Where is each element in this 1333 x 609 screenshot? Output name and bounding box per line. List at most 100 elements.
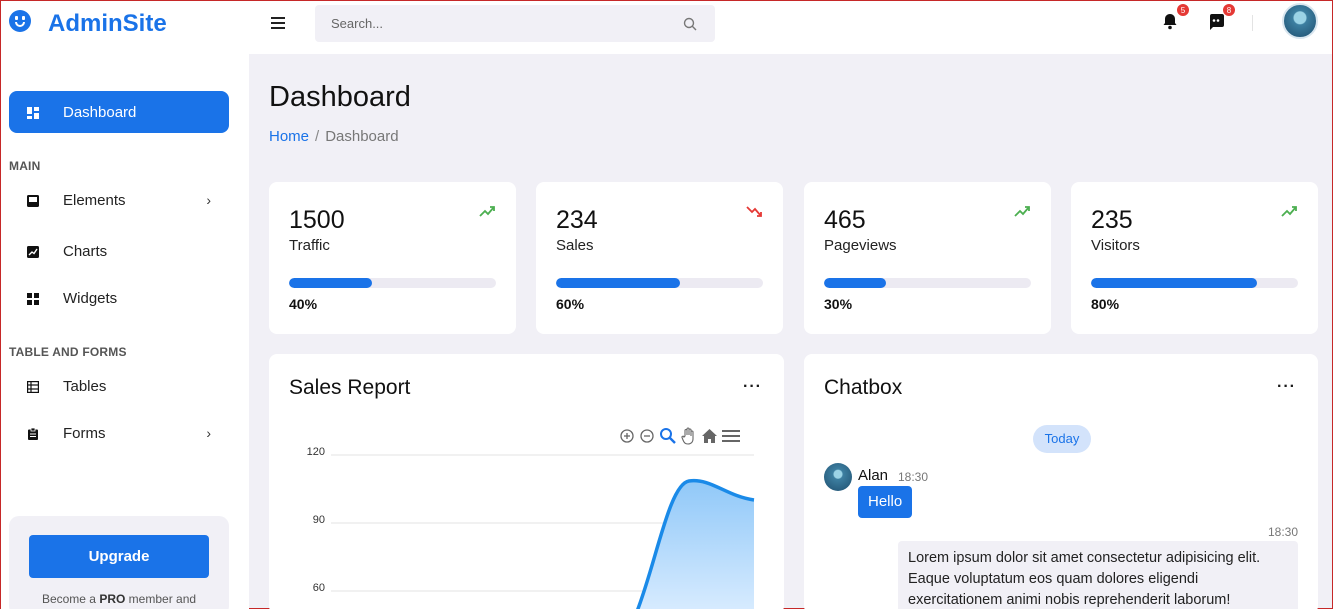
chat-incoming-message: Hello <box>858 486 913 518</box>
series-area <box>637 480 754 609</box>
chatbox-panel: Chatbox ··· Today Alan 18:30 Hello 18:30… <box>804 354 1318 609</box>
section-heading-table-forms: TABLE AND FORMS <box>9 345 127 359</box>
top-navbar: AdminSite 5 8 <box>1 1 1332 54</box>
trend-up-icon <box>1014 204 1031 224</box>
chatbox-title: Chatbox <box>824 376 903 399</box>
zoom-out-icon[interactable] <box>639 428 655 444</box>
breadcrumb-separator: / <box>315 128 320 145</box>
upgrade-text-bold: PRO <box>99 592 126 606</box>
chevron-right-icon: › <box>206 425 211 441</box>
stat-percent: 80% <box>1091 296 1120 312</box>
y-tick-label: 120 <box>306 446 325 458</box>
chart-toolbar <box>619 427 740 445</box>
stat-value: 465 <box>824 206 866 234</box>
sidebar-item-label: Tables <box>63 377 107 395</box>
sidebar-item-charts[interactable]: Charts <box>9 230 229 272</box>
stat-label: Traffic <box>289 237 330 254</box>
table-icon <box>27 380 40 394</box>
stat-label: Pageviews <box>824 237 897 254</box>
trend-up-icon <box>479 204 496 224</box>
notification-bell-icon[interactable]: 5 <box>1161 3 1190 32</box>
stat-card: 235 Visitors 80% <box>1071 182 1318 334</box>
trend-down-icon <box>746 204 763 224</box>
brand-name: AdminSite <box>48 10 167 37</box>
stat-progress-bar <box>1091 278 1298 288</box>
y-tick-label: 90 <box>312 514 325 526</box>
stat-percent: 30% <box>824 296 853 312</box>
stat-progress-fill <box>289 278 372 288</box>
sales-report-panel: Sales Report ··· 120 90 60 <box>269 354 784 609</box>
sales-report-more-icon[interactable]: ··· <box>743 378 762 396</box>
sidebar-item-forms[interactable]: Forms › <box>9 412 229 454</box>
stat-progress-bar <box>556 278 763 288</box>
upgrade-text-post: member and <box>125 592 197 606</box>
sidebar-item-label: Widgets <box>63 289 118 307</box>
header-divider <box>1252 15 1253 31</box>
messages-count-badge: 8 <box>1222 3 1236 17</box>
sidebar-item-label: Elements <box>63 191 126 209</box>
stat-progress-fill <box>1091 278 1257 288</box>
sales-report-title: Sales Report <box>289 376 411 399</box>
stat-progress-bar <box>824 278 1031 288</box>
stat-card: 234 Sales 60% <box>536 182 783 334</box>
stat-card: 465 Pageviews 30% <box>804 182 1051 334</box>
messages-icon[interactable]: 8 <box>1207 3 1236 32</box>
stat-value: 235 <box>1091 206 1133 234</box>
stat-label: Sales <box>556 237 594 254</box>
section-heading-main: MAIN <box>9 159 41 173</box>
sales-report-chart <box>331 454 755 609</box>
breadcrumb-current: Dashboard <box>325 128 399 145</box>
reset-zoom-home-icon[interactable] <box>701 428 718 444</box>
sidebar-item-label: Charts <box>63 242 108 260</box>
breadcrumb-home-link[interactable]: Home <box>269 128 309 145</box>
chat-user-avatar[interactable] <box>824 463 852 491</box>
sidebar: Dashboard MAIN Elements › Charts Widgets… <box>1 54 249 609</box>
smiley-logo-icon <box>9 10 31 32</box>
chat-outgoing-message: Lorem ipsum dolor sit amet consectetur a… <box>898 541 1298 609</box>
inbox-icon <box>27 194 39 207</box>
sidebar-item-widgets[interactable]: Widgets <box>9 277 229 319</box>
sidebar-item-dashboard[interactable]: Dashboard <box>9 91 229 133</box>
stat-value: 1500 <box>289 206 345 234</box>
chart-icon <box>27 245 39 258</box>
page-title: Dashboard <box>269 81 411 113</box>
stat-percent: 60% <box>556 296 585 312</box>
widgets-icon <box>27 292 39 305</box>
selection-zoom-icon[interactable] <box>659 427 677 445</box>
chat-outgoing-time: 18:30 <box>1267 525 1298 539</box>
stat-progress-fill <box>824 278 887 288</box>
brand[interactable]: AdminSite <box>9 10 167 37</box>
stat-value: 234 <box>556 206 598 234</box>
upgrade-description: Become a PRO member and <box>9 592 229 606</box>
zoom-in-icon[interactable] <box>619 428 635 444</box>
stat-progress-fill <box>556 278 681 288</box>
user-avatar[interactable] <box>1282 3 1318 39</box>
trend-up-icon <box>1281 204 1298 224</box>
search-input[interactable] <box>315 16 675 31</box>
upgrade-button[interactable]: Upgrade <box>29 535 209 578</box>
chat-incoming-time: 18:30 <box>898 470 929 484</box>
sidebar-item-label: Forms <box>63 424 106 442</box>
stat-card: 1500 Traffic 40% <box>269 182 516 334</box>
chat-day-separator: Today <box>1033 425 1091 453</box>
clipboard-icon <box>27 427 39 440</box>
chatbox-more-icon[interactable]: ··· <box>1277 378 1296 396</box>
menu-toggle-icon[interactable] <box>271 17 285 29</box>
stat-progress-bar <box>289 278 496 288</box>
dashboard-icon <box>27 106 39 119</box>
search-bar <box>315 5 715 42</box>
upgrade-text-pre: Become a <box>41 592 100 606</box>
chevron-right-icon: › <box>206 192 211 208</box>
y-tick-label: 60 <box>312 582 325 594</box>
stat-percent: 40% <box>289 296 318 312</box>
search-icon[interactable] <box>675 17 705 31</box>
chart-menu-icon[interactable] <box>722 429 740 443</box>
sidebar-item-label: Dashboard <box>63 103 137 121</box>
pan-hand-icon[interactable] <box>681 427 697 445</box>
upgrade-card: Upgrade Become a PRO member and <box>9 516 229 609</box>
sidebar-item-elements[interactable]: Elements › <box>9 179 229 221</box>
breadcrumb: Home / Dashboard <box>269 128 399 145</box>
chat-sender-name: Alan <box>858 467 889 484</box>
sidebar-item-tables[interactable]: Tables <box>9 365 229 407</box>
stat-label: Visitors <box>1091 237 1140 254</box>
